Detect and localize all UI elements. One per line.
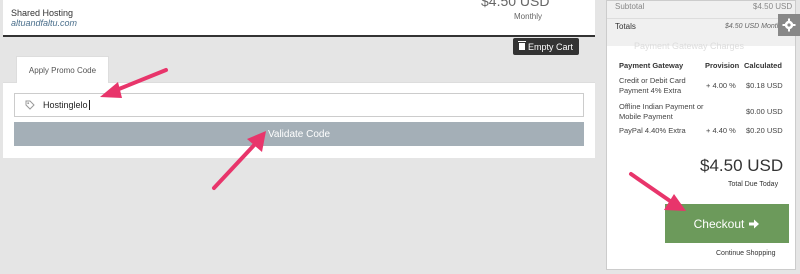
arrow-right-icon	[749, 219, 760, 228]
empty-cart-label: Empty Cart	[527, 41, 573, 52]
promo-code-input[interactable]: Hostinglelo	[14, 93, 584, 117]
billing-cycle: Monthly	[514, 12, 543, 21]
gateway-row-provision: + 4.40 %	[706, 126, 736, 135]
gateway-row-calculated: $0.20 USD	[746, 126, 783, 135]
subtotal-label: Subtotal	[615, 2, 645, 11]
checkout-button[interactable]: Checkout	[665, 204, 789, 243]
text-cursor	[88, 100, 90, 110]
product-domain: altuandfaltu.com	[11, 18, 78, 28]
gear-icon	[782, 18, 796, 32]
gateway-row-calculated: $0.00 USD	[746, 107, 783, 116]
gateway-row-name: Credit or Debit Card Payment 4% Extra	[619, 76, 686, 95]
gateway-row-provision: + 4.00 %	[706, 81, 736, 90]
totals-value: $4.50 USD Monthly	[725, 23, 786, 30]
product-name: Shared Hosting	[11, 8, 74, 18]
totals-label: Totals	[615, 22, 636, 31]
calculated-col-header: Calculated	[744, 61, 782, 70]
checkout-label: Checkout	[693, 216, 745, 231]
total-amount: $4.50 USD	[700, 156, 784, 175]
validate-code-button[interactable]: Validate Code	[14, 122, 584, 146]
product-price: $4.50 USD	[481, 0, 550, 9]
subtotal-value: $4.50 USD	[753, 2, 793, 11]
summary-divider	[607, 18, 795, 19]
gateway-row-name: PayPal 4.40% Extra	[619, 126, 686, 135]
tab-apply-promo-code[interactable]: Apply Promo Code	[16, 56, 109, 83]
gateway-charges-title: Payment Gateway Charges	[634, 41, 745, 51]
gateway-row-calculated: $0.18 USD	[746, 81, 783, 90]
promo-code-value: Hostinglelo	[43, 100, 88, 110]
cart-item-card: Shared Hosting altuandfaltu.com $4.50 US…	[3, 0, 595, 37]
trash-icon	[517, 41, 526, 50]
provision-col-header: Provision	[705, 61, 740, 70]
gateway-row-name: Offline Indian Payment or Mobile Payment	[619, 102, 704, 121]
gateway-col-header: Payment Gateway	[619, 61, 684, 70]
settings-button[interactable]	[778, 14, 800, 36]
tag-icon	[25, 100, 37, 110]
empty-cart-button[interactable]: Empty Cart	[513, 38, 579, 55]
continue-shopping-link[interactable]: Continue Shopping	[716, 250, 776, 257]
total-due-label: Total Due Today	[728, 181, 779, 188]
